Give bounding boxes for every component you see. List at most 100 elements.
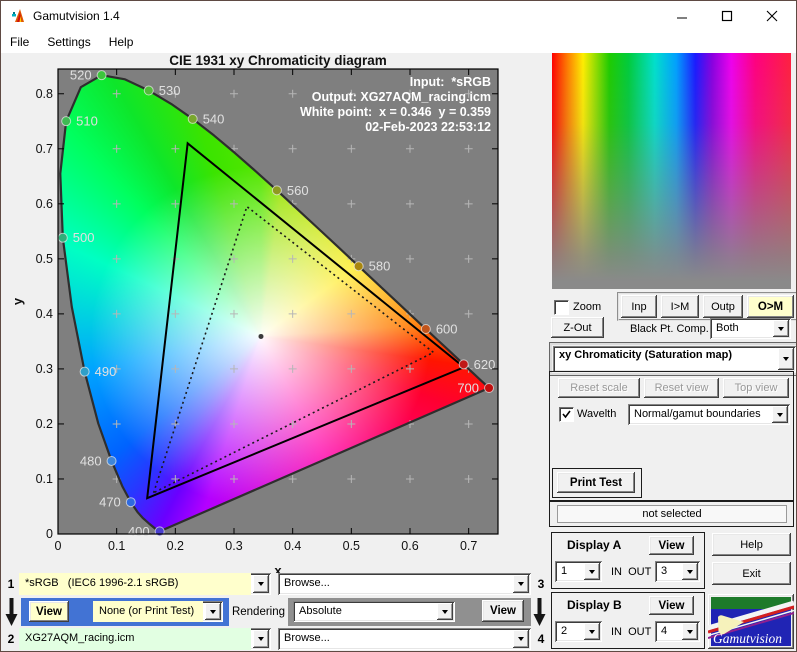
print-test-select-arrow[interactable] [205,603,221,620]
chevron-down-icon [783,357,789,361]
saturation-map-preview[interactable] [552,53,791,289]
display-a-out-value: 3 [661,565,668,577]
display-b-out-value: 4 [661,625,668,637]
print-test-select-value: None (or Print Test) [93,601,203,622]
view-a-button[interactable]: View [29,601,69,622]
browse-input-dropdown[interactable]: Browse... [278,573,531,595]
status-bar: not selected [557,505,787,523]
display-b-in-value: 2 [561,625,568,637]
output-profile-dropdown[interactable]: XG27AQM_racing.icm [19,628,271,650]
chromaticity-plot-background [58,69,498,534]
boundaries-value: Normal/gamut boundaries [634,408,761,420]
close-icon [766,10,777,22]
minimize-icon [676,17,687,19]
mode-select-dropdown[interactable]: xy Chromaticity (Saturation map) [553,346,796,372]
output-profile-arrow[interactable] [253,630,269,648]
rendering-intent-arrow[interactable] [437,603,453,620]
menu-item-help[interactable]: Help [100,32,143,53]
browse-input-arrow[interactable] [513,575,529,593]
display-b-out-dropdown[interactable]: 4 [655,621,700,642]
exit-button[interactable]: Exit [712,562,791,585]
z-out-button[interactable]: Z-Out [551,317,604,338]
browse-output-arrow[interactable] [513,630,529,648]
window-title: Gamutvision 1.4 [33,9,120,23]
app-window: Gamutvision 1.4 File Settings Help 400 47… [0,0,797,652]
app-icon [11,8,27,24]
display-a-in-value: 1 [561,565,568,577]
display-b-view-button[interactable]: View [649,596,694,615]
chevron-down-icon [687,569,693,574]
gamutvision-logo-text: Gamutvision [713,631,782,646]
display-a-in-arrow[interactable] [584,563,600,580]
rendering-label: Rendering [229,598,288,626]
outp-button[interactable]: Outp [703,295,743,318]
title-bar: Gamutvision 1.4 [1,1,796,31]
chevron-down-icon [518,637,524,641]
maximize-icon [721,10,732,22]
display-b-in-arrow[interactable] [584,623,600,640]
mode-select-arrow[interactable] [778,348,794,370]
chevron-down-icon [518,582,524,586]
slot-3-number: 3 [537,577,545,591]
reset-scale-button[interactable]: Reset scale [558,378,640,398]
menu-item-file[interactable]: File [1,32,38,53]
chevron-down-icon [210,609,216,614]
boundaries-arrow[interactable] [772,406,788,423]
wavelength-checkbox[interactable] [559,407,574,422]
o-to-m-button[interactable]: O>M [747,295,794,318]
slot-4-number: 4 [537,632,545,646]
chevron-down-icon [589,629,595,634]
browse-input-value: Browse... [284,577,330,589]
spectral-locus-colors [60,75,490,532]
display-b-out-arrow[interactable] [682,623,698,640]
chevron-down-icon [589,569,595,574]
help-button[interactable]: Help [712,533,791,556]
wavelength-checkbox-label: Wavelth [577,408,617,420]
down-arrow-icon-left [5,598,18,626]
display-b-inout-label: IN OUT [611,626,652,638]
minimize-button[interactable] [659,1,704,31]
black-pt-comp-value: Both [716,322,739,334]
i-to-m-button[interactable]: I>M [661,295,699,318]
gamutvision-logo: Gamutvision [707,594,795,649]
reset-view-button[interactable]: Reset view [644,378,719,398]
chevron-down-icon [442,609,448,614]
chevron-down-icon [777,412,783,417]
zoom-checkbox-label: Zoom [573,301,602,313]
check-icon [562,410,571,419]
rendering-intent-dropdown[interactable]: Absolute [293,601,455,622]
close-button[interactable] [749,1,794,31]
input-profile-dropdown[interactable]: *sRGB (IEC6 1996-2.1 sRGB) [19,573,271,595]
boundaries-dropdown[interactable]: Normal/gamut boundaries [628,404,790,425]
gamutvision-logo-image: Gamutvision [707,597,795,646]
io-button-group: Inp I>M Outp O>M [617,292,796,321]
display-a-inout-label: IN OUT [611,566,652,578]
zoom-checkbox[interactable] [554,300,569,315]
chevron-down-icon [258,582,264,586]
chevron-down-icon [778,326,784,331]
top-view-button[interactable]: Top view [723,378,789,398]
browse-output-dropdown[interactable]: Browse... [278,628,531,650]
slot-2-number: 2 [7,632,15,646]
display-a-out-dropdown[interactable]: 3 [655,561,700,582]
view-b-button[interactable]: View [482,600,524,622]
input-profile-arrow[interactable] [253,575,269,593]
display-a-title: Display A [567,538,622,552]
menu-bar: File Settings Help [1,31,796,53]
display-b-in-dropdown[interactable]: 2 [555,621,602,642]
input-profile-value: *sRGB (IEC6 1996-2.1 sRGB) [19,573,251,595]
print-test-select-dropdown[interactable]: None (or Print Test) [93,601,223,622]
display-a-out-arrow[interactable] [682,563,698,580]
display-a-view-button[interactable]: View [649,536,694,555]
rendering-intent-value: Absolute [299,605,342,617]
menu-item-settings[interactable]: Settings [38,32,99,53]
print-test-button[interactable]: Print Test [557,472,635,493]
maximize-button[interactable] [704,1,749,31]
black-pt-comp-arrow[interactable] [773,320,789,337]
inp-button[interactable]: Inp [621,295,657,318]
black-pt-comp-dropdown[interactable]: Both [710,318,791,339]
browse-output-value: Browse... [284,632,330,644]
display-a-in-dropdown[interactable]: 1 [555,561,602,582]
output-profile-value: XG27AQM_racing.icm [19,628,251,650]
display-b-title: Display B [567,598,622,612]
